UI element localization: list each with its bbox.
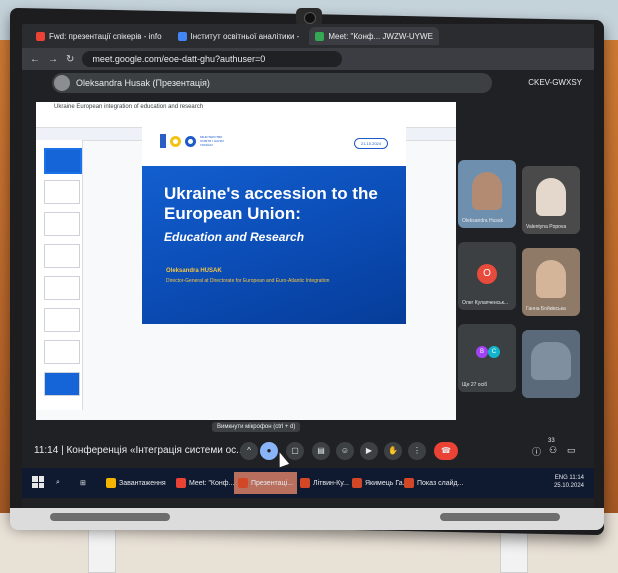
room-code: CKEV-GWXSY: [528, 78, 582, 87]
participant-tile[interactable]: Valentyna Popova: [522, 166, 580, 234]
participant-count: 33: [548, 438, 555, 444]
browser-tab[interactable]: Інститут освітньої аналітики -: [172, 27, 306, 45]
participant-tile[interactable]: Ганна Бойківська: [522, 248, 580, 316]
taskbar-item[interactable]: Літвин-Ку...: [296, 472, 353, 494]
windows-taskbar: ⌕ ⊞ Завантаження Meet: "Конф... Презента…: [22, 468, 594, 498]
windows-start-icon[interactable]: [32, 476, 44, 488]
slide-thumbnail[interactable]: [44, 212, 80, 236]
monitor-handle: [50, 513, 170, 521]
slide-header: МІНІСТЕРСТВО ОСВІТИ І НАУКИ УКРАЇНИ 21.1…: [142, 122, 406, 166]
browser-tab-active[interactable]: Meet: "Конф... JWZW-UYWE: [309, 27, 439, 45]
meeting-name: 11:14 | Конференція «Інтеграція системи …: [34, 445, 245, 456]
current-slide: МІНІСТЕРСТВО ОСВІТИ І НАУКИ УКРАЇНИ 21.1…: [142, 122, 406, 324]
slide-thumbnail[interactable]: [44, 340, 80, 364]
ministry-logo: МІНІСТЕРСТВО ОСВІТИ І НАУКИ УКРАЇНИ: [160, 134, 234, 148]
gmail-icon: [36, 31, 45, 41]
presenter-banner: Oleksandra Husak (Презентація): [52, 73, 492, 93]
info-icon[interactable]: ⓘ: [532, 445, 541, 458]
site-icon: [177, 31, 187, 41]
slide-thumbnail[interactable]: [44, 180, 80, 204]
url-field[interactable]: meet.google.com/eoe-datt-ghu?authuser=0: [82, 51, 343, 67]
slide-thumbnails: [36, 140, 83, 410]
powerpoint-icon: [238, 478, 248, 488]
system-tray-clock[interactable]: ENG 11:14 25.10.2024: [554, 474, 584, 490]
raise-hand-button[interactable]: ✋: [384, 442, 402, 460]
screen: Fwd: презентації спікерів - info Інститу…: [22, 24, 594, 508]
people-icon[interactable]: ⚇: [549, 445, 557, 456]
captions-button[interactable]: ▤: [312, 442, 330, 460]
browser-tabbar: Fwd: презентації спікерів - info Інститу…: [22, 24, 594, 48]
taskbar-item[interactable]: Meet: "Конф...: [172, 472, 238, 494]
powerpoint-icon: [300, 478, 310, 488]
slide-role: Director-General at Directorate for Euro…: [166, 278, 330, 284]
powerpoint-icon: [352, 478, 362, 488]
present-button[interactable]: ▶: [360, 442, 378, 460]
address-bar: ← → ↻ meet.google.com/eoe-datt-ghu?authu…: [22, 48, 594, 70]
slide-thumbnail[interactable]: [44, 148, 82, 174]
leave-call-button[interactable]: ☎: [434, 442, 458, 460]
slide-thumbnail[interactable]: [44, 276, 80, 300]
folder-icon: [106, 478, 116, 488]
participant-tile[interactable]: [522, 330, 580, 398]
forward-icon[interactable]: →: [48, 54, 58, 65]
powerpoint-icon: [404, 478, 414, 488]
slide-thumbnail[interactable]: [44, 372, 80, 396]
browser-tab[interactable]: Fwd: презентації спікерів - info: [30, 27, 168, 45]
back-icon[interactable]: ←: [30, 54, 40, 65]
meet-icon: [315, 31, 325, 41]
taskbar-item[interactable]: Показ слайд...: [400, 472, 467, 494]
camera-button[interactable]: ▢: [286, 442, 304, 460]
task-view-icon[interactable]: ⊞: [76, 472, 90, 494]
monitor-handle: [440, 513, 560, 521]
emoji-button[interactable]: ☺: [336, 442, 354, 460]
slide-author: Oleksandra HUSAK: [166, 268, 222, 274]
slide-date: 21.10.2024: [353, 138, 388, 149]
slide-thumbnail[interactable]: [44, 244, 80, 268]
chevron-up-icon[interactable]: ^: [240, 442, 258, 460]
monitor-chin: [10, 508, 604, 530]
taskbar-item[interactable]: Презентаці...: [234, 472, 297, 494]
participant-tile[interactable]: Oleksandra Husak: [458, 160, 516, 228]
participant-tile[interactable]: О Олег Кулапченськ...: [458, 242, 516, 310]
avatar: [54, 75, 70, 91]
mic-tooltip: Вимкнути мікрофон (ctrl + d): [212, 422, 301, 432]
more-participants-tile[interactable]: В С Ще 27 осіб: [458, 324, 516, 392]
slide-title: Ukraine's accession to the European Unio…: [164, 184, 378, 223]
more-options-button[interactable]: ⋮: [408, 442, 426, 460]
reload-icon[interactable]: ↻: [66, 54, 74, 65]
slide-subtitle: Education and Research: [164, 230, 305, 244]
meet-controls: 11:14 | Конференція «Інтеграція системи …: [22, 432, 594, 468]
search-icon[interactable]: ⌕: [52, 472, 64, 494]
taskbar-item[interactable]: Завантаження: [102, 472, 170, 494]
meet-topbar: Oleksandra Husak (Презентація) CKEV-GWXS…: [22, 70, 594, 96]
slide-thumbnail[interactable]: [44, 308, 80, 332]
chrome-icon: [176, 478, 186, 488]
chat-icon[interactable]: ▭: [567, 445, 576, 456]
